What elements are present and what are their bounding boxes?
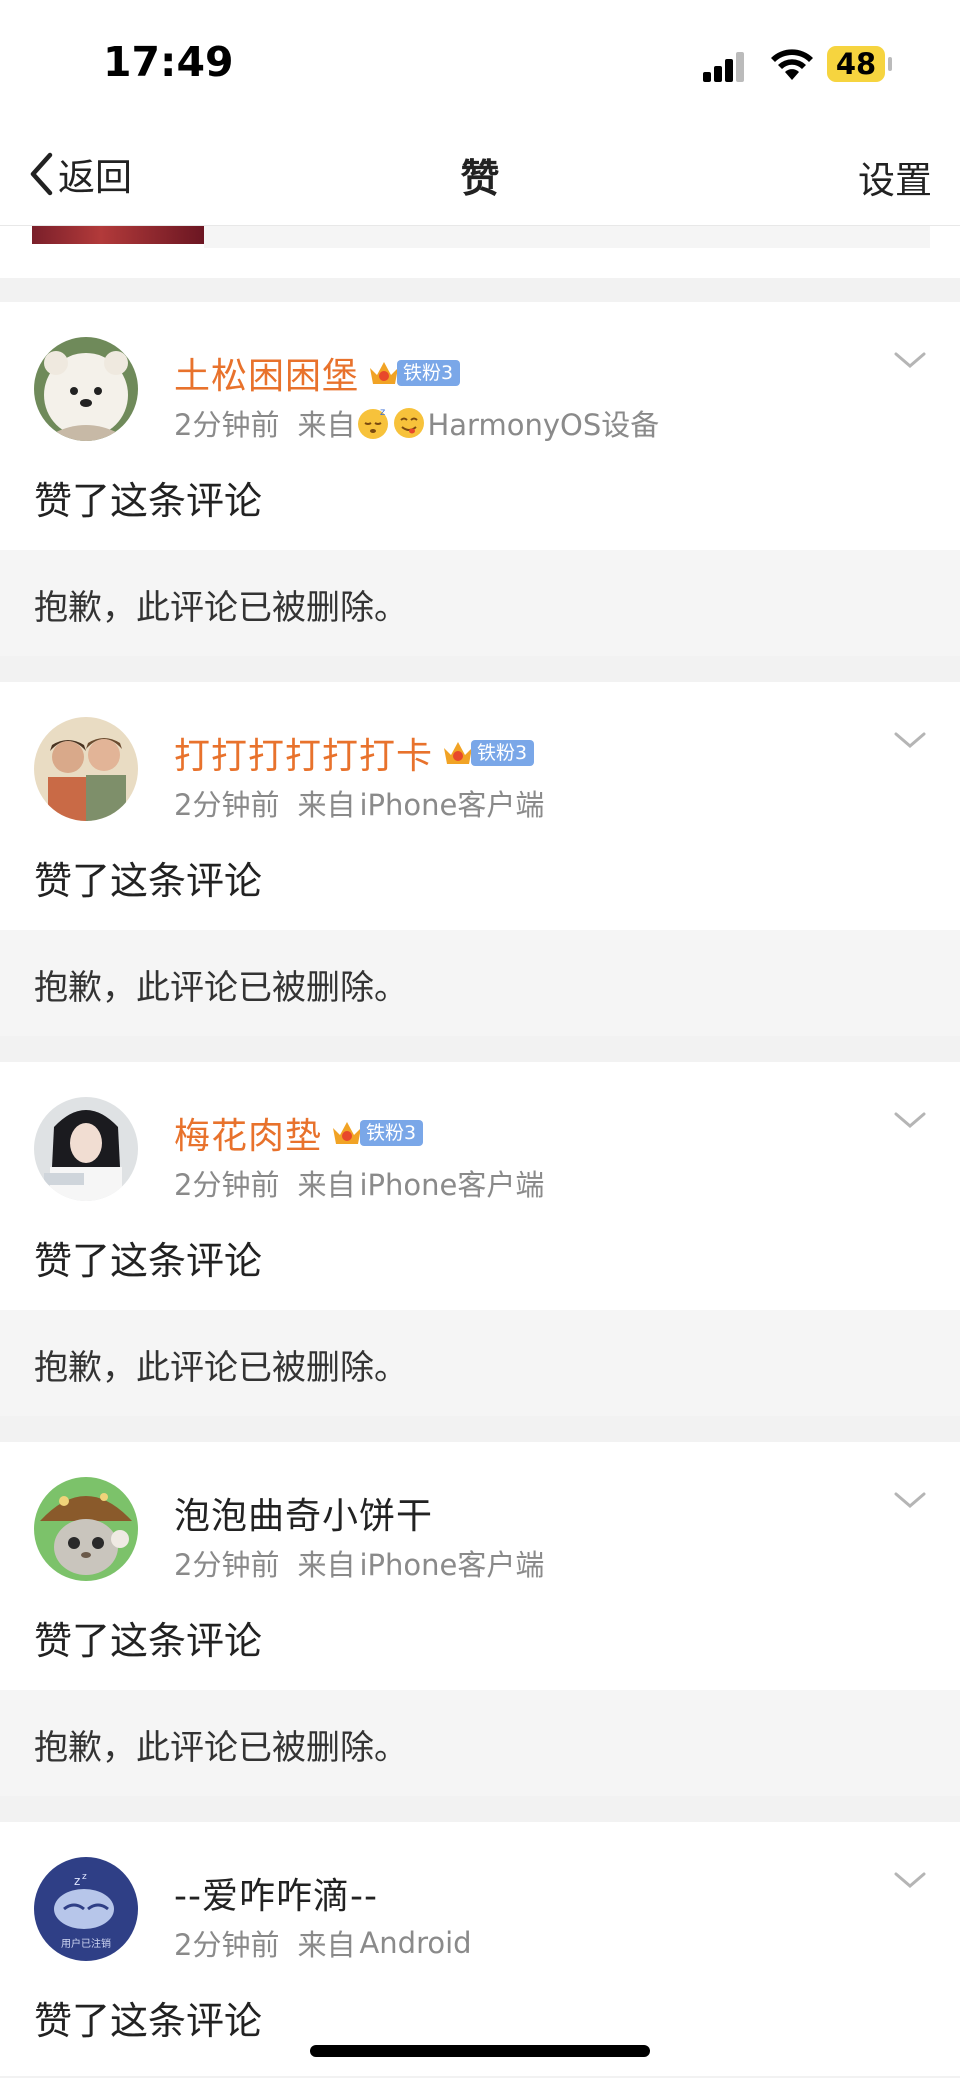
page-title-text: 赞 [460, 157, 500, 202]
previous-card-fragment [0, 226, 960, 278]
list-item[interactable]: 打打打打打打卡 铁粉3 2分钟前 来自 iPhone客户端 赞了这条评论 抱歉，… [0, 682, 960, 1036]
status-time: 17:49 [103, 38, 234, 86]
list-item[interactable]: z z 用户已注销 --爱咋咋滴-- 2分钟前 来自 Android 赞了这条评… [0, 1822, 960, 2076]
chevron-down-icon[interactable] [892, 728, 928, 752]
quoted-comment[interactable]: 抱歉，此评论已被删除。 [0, 1310, 960, 1416]
quoted-comment[interactable]: 抱歉，此评论已被删除。 [0, 550, 960, 656]
like-notification-feed: 土松困困堡 铁粉3 2分钟前 来自 z HarmonyOS设备 赞了这条评论 抱… [0, 302, 960, 2076]
source-prefix: 来自 [297, 408, 356, 442]
list-item[interactable]: 泡泡曲奇小饼干 2分钟前 来自 iPhone客户端 赞了这条评论 抱歉，此评论已… [0, 1442, 960, 1796]
meta-row: 2分钟前 来自 z HarmonyOS设备 [174, 402, 659, 444]
username[interactable]: 泡泡曲奇小饼干 [174, 1487, 433, 1539]
name-row: 梅花肉垫 铁粉3 [174, 1107, 424, 1159]
previous-quote [204, 226, 930, 248]
quoted-comment-text: 抱歉，此评论已被删除。 [34, 968, 408, 1008]
nav-bar: 赞 返回 设置 [0, 128, 960, 226]
meta-row: 2分钟前 来自 iPhone客户端 [174, 1162, 544, 1204]
name-row: 泡泡曲奇小饼干 [174, 1488, 433, 1538]
fan-badge-label: 铁粉3 [471, 740, 535, 766]
avatar[interactable] [34, 717, 138, 821]
name-row: 土松困困堡 铁粉3 [174, 347, 461, 399]
quoted-comment[interactable]: 抱歉，此评论已被删除。 [0, 1690, 960, 1796]
chevron-down-icon[interactable] [892, 1868, 928, 1892]
meta-row: 2分钟前 来自 iPhone客户端 [174, 1542, 544, 1584]
source-device: iPhone客户端 [359, 1168, 545, 1202]
list-item[interactable]: 土松困困堡 铁粉3 2分钟前 来自 z HarmonyOS设备 赞了这条评论 抱… [0, 302, 960, 656]
chevron-down-icon[interactable] [892, 1488, 928, 1512]
action-text: 赞了这条评论 [34, 1999, 263, 2043]
timestamp: 2分钟前 [174, 1168, 280, 1202]
avatar[interactable]: z z 用户已注销 [34, 1857, 138, 1961]
action-text: 赞了这条评论 [34, 859, 263, 903]
wifi-icon [771, 49, 813, 80]
action-text: 赞了这条评论 [34, 1619, 263, 1663]
chevron-down-icon[interactable] [892, 1108, 928, 1132]
crown-icon [370, 362, 399, 384]
svg-text:z: z [380, 407, 385, 418]
quoted-comment-text: 抱歉，此评论已被删除。 [34, 588, 408, 628]
source-device: HarmonyOS设备 [427, 408, 660, 442]
meta-row: 2分钟前 来自 Android [174, 1922, 472, 1964]
previous-thumbnail [32, 226, 204, 244]
avatar-caption: 用户已注销 [61, 1937, 111, 1950]
timestamp: 2分钟前 [174, 788, 280, 822]
action-text: 赞了这条评论 [34, 479, 263, 523]
crown-icon [444, 742, 473, 764]
sleepy-emoji-icon: z [358, 407, 389, 439]
back-button[interactable]: 返回 [28, 146, 132, 202]
crown-icon [333, 1122, 362, 1144]
username[interactable]: 土松困困堡 [174, 347, 359, 399]
source-prefix: 来自 [297, 1928, 356, 1962]
avatar[interactable] [34, 337, 138, 441]
avatar[interactable] [34, 1477, 138, 1581]
page-title: 赞 [0, 148, 960, 204]
source-device: Android [359, 1926, 472, 1960]
home-indicator[interactable] [310, 2045, 650, 2057]
chevron-down-icon[interactable] [892, 348, 928, 372]
username[interactable]: 梅花肉垫 [174, 1107, 322, 1159]
quoted-comment[interactable]: 抱歉，此评论已被删除。 [0, 930, 960, 1036]
settings-button[interactable]: 设置 [858, 150, 932, 204]
source-prefix: 来自 [297, 788, 356, 822]
svg-text:z: z [82, 1872, 87, 1882]
list-item[interactable]: 梅花肉垫 铁粉3 2分钟前 来自 iPhone客户端 赞了这条评论 抱歉，此评论… [0, 1062, 960, 1416]
quoted-comment-text: 抱歉，此评论已被删除。 [34, 1348, 408, 1388]
meta-row: 2分钟前 来自 iPhone客户端 [174, 782, 544, 824]
timestamp: 2分钟前 [174, 408, 280, 442]
fan-badge: 铁粉3 [330, 1116, 424, 1150]
status-bar: 17:49 48 [0, 0, 960, 128]
back-chevron-icon [30, 152, 53, 196]
username[interactable]: 打打打打打打卡 [174, 727, 433, 779]
svg-text:z: z [74, 1874, 80, 1888]
fan-badge: 铁粉3 [367, 356, 461, 390]
source-device: iPhone客户端 [359, 788, 545, 822]
source-device: iPhone客户端 [359, 1548, 545, 1582]
quoted-comment-text: 抱歉，此评论已被删除。 [34, 1728, 408, 1768]
fan-badge: 铁粉3 [441, 736, 535, 770]
timestamp: 2分钟前 [174, 1548, 280, 1582]
battery-tip [888, 57, 892, 71]
fan-badge-label: 铁粉3 [397, 360, 461, 386]
signal-icon [703, 50, 751, 82]
action-text: 赞了这条评论 [34, 1239, 263, 1283]
timestamp: 2分钟前 [174, 1928, 280, 1962]
source-prefix: 来自 [297, 1548, 356, 1582]
name-row: --爱咋咋滴-- [174, 1868, 378, 1918]
yum-emoji-icon [394, 408, 425, 438]
username[interactable]: --爱咋咋滴-- [174, 1867, 378, 1919]
name-row: 打打打打打打卡 铁粉3 [174, 727, 535, 779]
battery-indicator: 48 [827, 46, 885, 82]
source-prefix: 来自 [297, 1168, 356, 1202]
back-label: 返回 [58, 156, 132, 199]
avatar[interactable] [34, 1097, 138, 1201]
fan-badge-label: 铁粉3 [360, 1120, 424, 1146]
